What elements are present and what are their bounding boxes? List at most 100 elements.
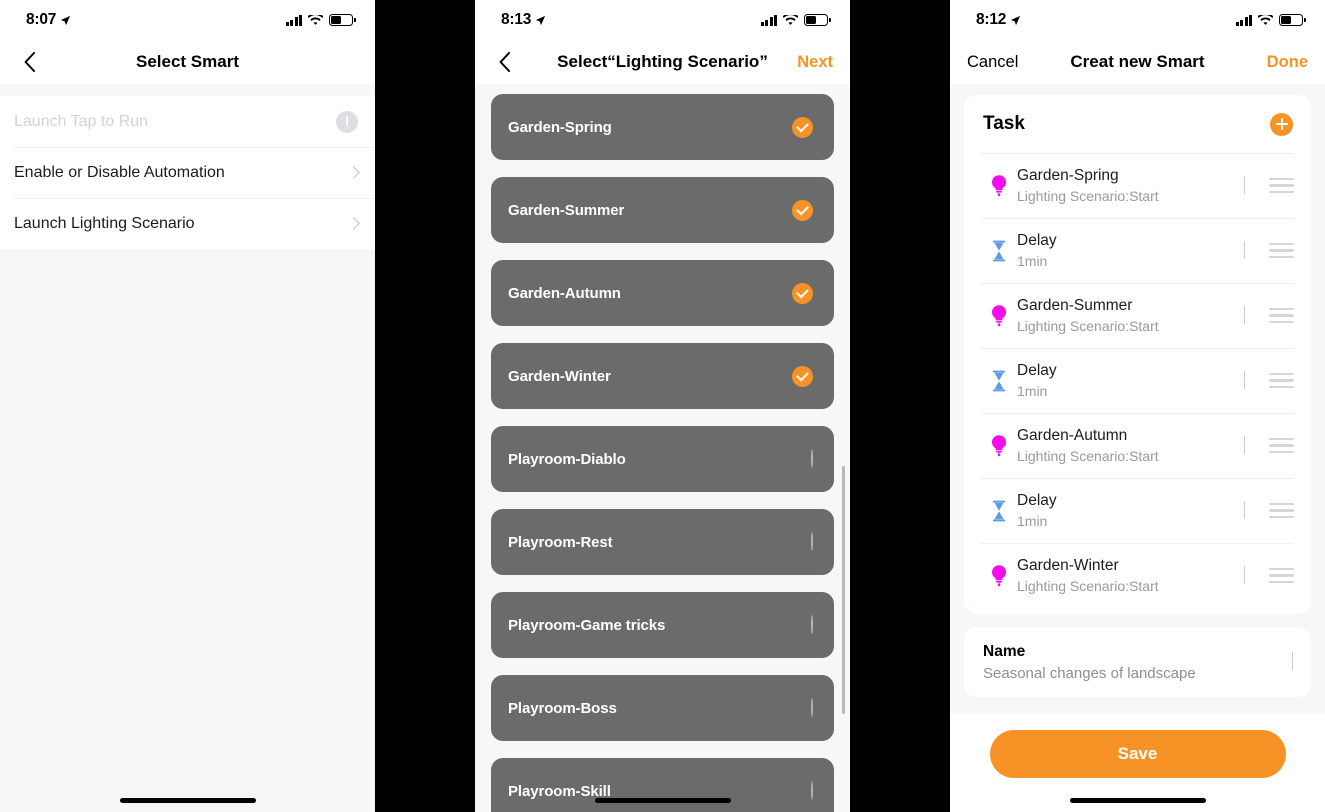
home-indicator [119, 798, 256, 803]
task-row-text: Garden-Winter Lighting Scenario:Start [1017, 557, 1159, 594]
lightbulb-icon [981, 304, 1017, 328]
wifi-icon [308, 14, 323, 26]
scenario-select-toggle[interactable] [792, 199, 813, 221]
chevron-right-icon [1244, 500, 1245, 520]
scenario-card-playroom-diablo[interactable]: Playroom-Diablo [491, 426, 834, 492]
task-name: Delay [1017, 362, 1057, 379]
scenario-card-playroom-game-tricks[interactable]: Playroom-Game tricks [491, 592, 834, 658]
save-button[interactable]: Save [989, 730, 1286, 778]
list-item-enable-disable-automation[interactable]: Enable or Disable Automation [0, 147, 375, 198]
status-time-group: 8:07 [26, 11, 71, 29]
row-accessory [347, 217, 360, 230]
scenario-select-toggle[interactable] [811, 449, 813, 468]
lightbulb-icon [981, 564, 1017, 588]
task-row[interactable]: Garden-Autumn Lighting Scenario:Start [964, 413, 1311, 478]
cellular-bars-icon [285, 14, 302, 26]
task-name: Garden-Autumn [1017, 427, 1128, 444]
battery-icon [329, 14, 356, 26]
drag-handle-icon[interactable] [1269, 437, 1294, 454]
scrollbar-thumb[interactable] [842, 466, 845, 714]
drag-handle-icon[interactable] [1269, 177, 1294, 194]
task-row[interactable]: Delay 1min [964, 218, 1311, 283]
status-bar: 8:07 [0, 0, 375, 40]
next-button[interactable]: Next [797, 53, 833, 72]
chevron-right-icon [347, 166, 360, 179]
phone-screen-select-smart: 8:07 Select Smart Launch Tap to Run Enab… [0, 0, 375, 812]
name-section-text: Name Seasonal changes of landscape [983, 643, 1196, 682]
scenario-list: Garden-Spring Garden-Summer Garden-Autum… [475, 84, 850, 812]
location-arrow-icon [535, 15, 546, 26]
scenario-select-toggle[interactable] [811, 615, 813, 634]
scenario-name: Garden-Summer [508, 201, 625, 219]
task-row[interactable]: Garden-Summer Lighting Scenario:Start [964, 283, 1311, 348]
back-button[interactable] [492, 49, 518, 75]
task-subtitle: Lighting Scenario:Start [1017, 578, 1159, 594]
status-time-group: 8:12 [976, 11, 1021, 29]
page-title: Select Smart [136, 52, 239, 71]
drag-handle-icon[interactable] [1269, 502, 1294, 519]
chevron-right-icon [1244, 175, 1245, 195]
status-time-group: 8:13 [501, 11, 546, 29]
plus-icon[interactable] [1270, 112, 1293, 136]
status-indicators [285, 14, 356, 26]
task-item-list: Garden-Spring Lighting Scenario:Start De… [964, 153, 1311, 614]
task-row[interactable]: Garden-Spring Lighting Scenario:Start [964, 153, 1311, 218]
task-name: Garden-Summer [1017, 297, 1133, 314]
drag-handle-icon[interactable] [1269, 307, 1294, 324]
scenario-card-playroom-rest[interactable]: Playroom-Rest [491, 509, 834, 575]
navigation-bar: Select“Lighting Scenario” Next [475, 40, 850, 84]
scenario-select-toggle[interactable] [811, 698, 813, 717]
cancel-button[interactable]: Cancel [967, 53, 1018, 72]
scenario-select-toggle[interactable] [811, 781, 813, 800]
scenario-card-garden-winter[interactable]: Garden-Winter [491, 343, 834, 409]
done-button[interactable]: Done [1267, 53, 1308, 72]
task-row-text: Garden-Spring Lighting Scenario:Start [1017, 167, 1159, 204]
navigation-bar: Cancel Creat new Smart Done [950, 40, 1325, 84]
scenario-card-garden-summer[interactable]: Garden-Summer [491, 177, 834, 243]
smart-type-list: Launch Tap to Run Enable or Disable Auto… [0, 96, 375, 249]
task-row[interactable]: Garden-Winter Lighting Scenario:Start [964, 543, 1311, 608]
check-circle-icon [792, 116, 813, 138]
screenshot-stage: 8:07 Select Smart Launch Tap to Run Enab… [0, 0, 1325, 812]
scenario-select-toggle[interactable] [792, 365, 813, 387]
scenario-name: Playroom-Game tricks [508, 616, 666, 634]
drag-handle-icon[interactable] [1269, 567, 1294, 584]
list-item-launch-tap-to-run[interactable]: Launch Tap to Run [0, 96, 375, 147]
scenario-name: Playroom-Boss [508, 699, 617, 717]
list-item-label: Launch Lighting Scenario [14, 214, 195, 232]
panel3-body: Task Garden-Spring Lighting Scenario:Sta… [950, 84, 1325, 812]
task-row[interactable]: Delay 1min [964, 478, 1311, 543]
chevron-right-icon [1244, 435, 1245, 455]
location-arrow-icon [60, 15, 71, 26]
check-circle-icon [792, 365, 813, 387]
lightbulb-icon [981, 434, 1017, 458]
row-accessory [336, 110, 358, 133]
scenario-select-toggle[interactable] [792, 282, 813, 304]
battery-icon [1279, 14, 1306, 26]
phone-screen-select-lighting-scenario: 8:13 Select“Lighting Scenario” Next Gard… [475, 0, 850, 812]
scenario-card-playroom-skill[interactable]: Playroom-Skill [491, 758, 834, 812]
task-subtitle: 1min [1017, 383, 1048, 399]
scenario-select-toggle[interactable] [811, 532, 813, 551]
name-section[interactable]: Name Seasonal changes of landscape [964, 627, 1311, 697]
scenario-select-toggle[interactable] [792, 116, 813, 138]
task-subtitle: Lighting Scenario:Start [1017, 318, 1159, 334]
task-subtitle: Lighting Scenario:Start [1017, 448, 1159, 464]
list-item-label: Enable or Disable Automation [14, 163, 225, 181]
task-row-text: Delay 1min [1017, 362, 1057, 399]
list-item-label: Launch Tap to Run [14, 112, 149, 130]
scenario-card-playroom-boss[interactable]: Playroom-Boss [491, 675, 834, 741]
home-indicator [594, 798, 731, 803]
task-name: Delay [1017, 232, 1057, 249]
drag-handle-icon[interactable] [1269, 372, 1294, 389]
back-button[interactable] [17, 49, 43, 75]
scenario-card-garden-spring[interactable]: Garden-Spring [491, 94, 834, 160]
location-arrow-icon [1010, 15, 1021, 26]
name-label: Name [983, 642, 1026, 660]
info-icon [336, 110, 358, 133]
task-row[interactable]: Delay 1min [964, 348, 1311, 413]
scenario-card-garden-autumn[interactable]: Garden-Autumn [491, 260, 834, 326]
list-item-launch-lighting-scenario[interactable]: Launch Lighting Scenario [0, 198, 375, 249]
drag-handle-icon[interactable] [1269, 242, 1294, 259]
row-accessory [347, 166, 360, 179]
